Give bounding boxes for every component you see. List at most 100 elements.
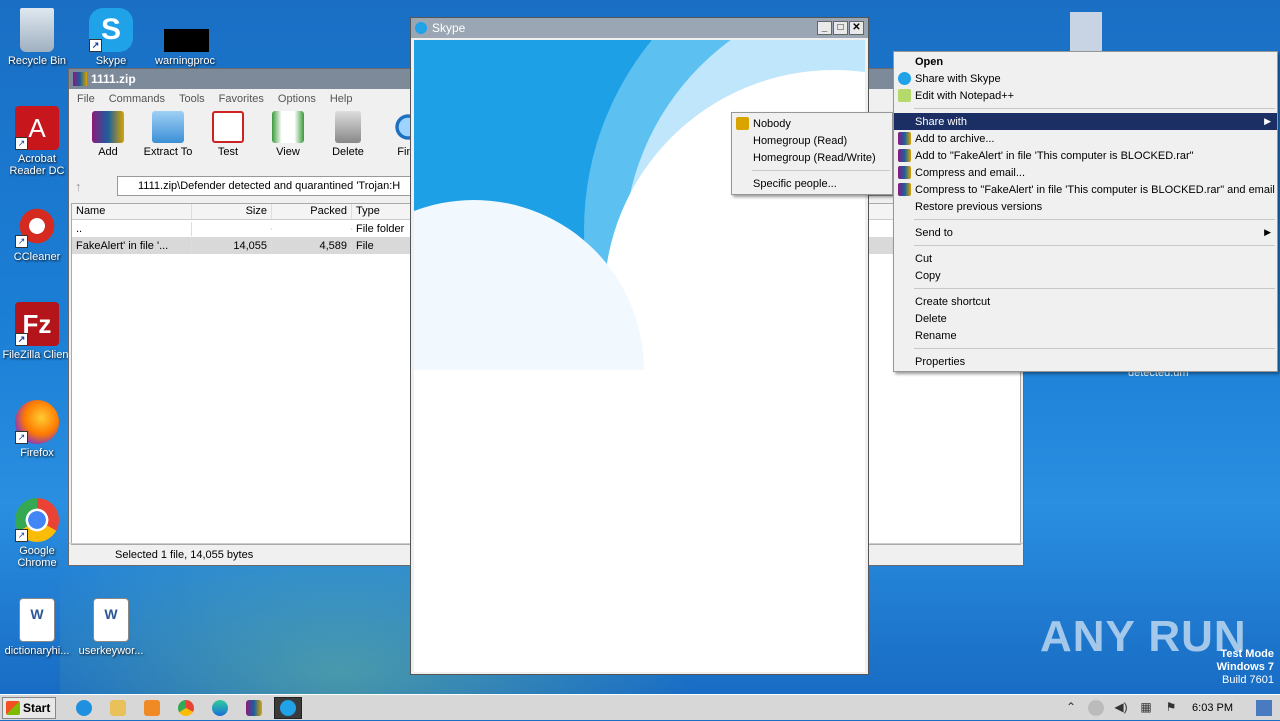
recycle-bin-icon — [20, 8, 54, 52]
windows-logo-icon — [6, 700, 20, 715]
up-arrow-icon[interactable]: ↑ — [75, 179, 107, 194]
action-center-icon[interactable]: ⚑ — [1163, 700, 1179, 716]
shortcut-arrow-icon: ↗ — [89, 39, 102, 52]
toolbar-add-button[interactable]: Add — [81, 109, 135, 158]
menu-item-create-shortcut[interactable]: Create shortcut — [894, 293, 1277, 310]
menu-options[interactable]: Options — [278, 93, 316, 105]
desktop-icon-userkeyword-doc[interactable]: W userkeywor... — [74, 598, 148, 657]
taskbar-pinned — [70, 696, 302, 719]
folder-extract-icon — [152, 111, 184, 143]
toolbar-delete-button[interactable]: Delete — [321, 109, 375, 158]
menu-item-delete[interactable]: Delete — [894, 310, 1277, 327]
winrar-app-icon — [73, 72, 87, 86]
toolbar-view-button[interactable]: View — [261, 109, 315, 158]
menu-item-add-archive[interactable]: Add to archive... — [894, 130, 1277, 147]
desktop-icon-dictionary-doc[interactable]: W dictionaryhi... — [0, 598, 74, 657]
toolbar-extract-button[interactable]: Extract To — [141, 109, 195, 158]
menu-item-copy[interactable]: Copy — [894, 267, 1277, 284]
desktop-icon-chrome[interactable]: ↗ Google Chrome — [0, 498, 74, 569]
menu-item-restore-versions[interactable]: Restore previous versions — [894, 198, 1277, 215]
menu-item-nobody[interactable]: Nobody — [732, 115, 892, 132]
toolbar-test-button[interactable]: Test — [201, 109, 255, 158]
submenu-arrow-icon: ▶ — [1264, 227, 1271, 237]
taskbar-skype[interactable] — [274, 696, 302, 719]
menu-item-specific-people[interactable]: Specific people... — [732, 175, 892, 192]
ccleaner-icon: ↗ — [15, 204, 59, 248]
desktop-icon-label: Google Chrome — [17, 545, 57, 569]
test-mode-notice: Test Mode Windows 7 Build 7601 — [1216, 648, 1274, 686]
trash-icon — [335, 111, 361, 143]
network-icon[interactable]: ▦ — [1138, 700, 1154, 716]
share-with-submenu: Nobody Homegroup (Read) Homegroup (Read/… — [731, 112, 893, 195]
chrome-icon: ↗ — [15, 498, 59, 542]
desktop-icon-label: Skype — [95, 55, 127, 67]
desktop-icon-label: Acrobat Reader DC — [9, 153, 65, 177]
winrar-icon — [898, 149, 911, 162]
book-view-icon — [272, 111, 304, 143]
taskbar-ie[interactable] — [70, 697, 98, 719]
volume-icon[interactable]: ◀) — [1113, 700, 1129, 716]
menu-item-compress-email[interactable]: Compress and email... — [894, 164, 1277, 181]
menu-commands[interactable]: Commands — [109, 93, 165, 105]
internet-explorer-icon — [76, 699, 92, 716]
minimize-button[interactable]: _ — [817, 21, 832, 35]
shortcut-arrow-icon: ↗ — [15, 333, 28, 346]
menu-item-properties[interactable]: Properties — [894, 353, 1277, 370]
menu-item-homegroup-readwrite[interactable]: Homegroup (Read/Write) — [732, 149, 892, 166]
desktop-icon-label: Firefox — [20, 447, 54, 459]
desktop-file-icon[interactable] — [1070, 12, 1102, 52]
desktop-icon-warningproc[interactable]: warningproc — [148, 8, 222, 67]
taskbar-explorer[interactable] — [104, 697, 132, 719]
menu-separator — [914, 245, 1275, 246]
menu-favorites[interactable]: Favorites — [219, 93, 264, 105]
menu-item-send-to[interactable]: Send to ▶ — [894, 224, 1277, 241]
desktop-icon-ccleaner[interactable]: ↗ CCleaner — [0, 204, 74, 263]
clock[interactable]: 6:03 PM — [1192, 702, 1233, 714]
menu-item-compress-to-rar-email[interactable]: Compress to "FakeAlert' in file 'This co… — [894, 181, 1277, 198]
start-button[interactable]: Start — [2, 696, 56, 719]
menu-item-rename[interactable]: Rename — [894, 327, 1277, 344]
menu-help[interactable]: Help — [330, 93, 353, 105]
system-tray: ⌃ ◀) ▦ ⚑ 6:03 PM — [1063, 695, 1280, 721]
taskbar-winrar[interactable] — [240, 697, 268, 719]
menu-separator — [914, 288, 1275, 289]
archive-add-icon — [92, 111, 124, 143]
show-hidden-icons[interactable]: ⌃ — [1063, 700, 1079, 716]
desktop-icon-acrobat[interactable]: A ↗ Acrobat Reader DC — [0, 106, 74, 177]
menu-item-add-to-rar[interactable]: Add to "FakeAlert' in file 'This compute… — [894, 147, 1277, 164]
column-packed[interactable]: Packed — [272, 204, 352, 219]
skype-icon — [898, 72, 911, 85]
file-context-menu: Open Share with Skype Edit with Notepad+… — [893, 51, 1278, 372]
desktop-icon-filezilla[interactable]: Fz ↗ FileZilla Client — [0, 302, 74, 361]
word-document-icon: W — [19, 598, 55, 642]
menu-file[interactable]: File — [77, 93, 95, 105]
taskbar-media-player[interactable] — [138, 697, 166, 719]
taskbar-edge[interactable] — [206, 697, 234, 719]
taskbar-chrome[interactable] — [172, 697, 200, 719]
desktop-icon-recycle-bin[interactable]: Recycle Bin — [0, 8, 74, 67]
skype-icon — [280, 699, 296, 716]
winrar-icon — [898, 183, 911, 196]
menu-item-open[interactable]: Open — [894, 53, 1277, 70]
menu-item-cut[interactable]: Cut — [894, 250, 1277, 267]
close-button[interactable]: ✕ — [849, 21, 864, 35]
show-desktop-icon[interactable] — [1256, 700, 1272, 716]
skype-tray-icon[interactable] — [1088, 700, 1105, 716]
menu-item-edit-notepadpp[interactable]: Edit with Notepad++ — [894, 87, 1277, 104]
skype-titlebar[interactable]: Skype — [411, 18, 868, 38]
column-name[interactable]: Name — [72, 204, 192, 219]
desktop-icon-skype[interactable]: S ↗ Skype — [74, 8, 148, 67]
column-type[interactable]: Type — [352, 204, 412, 219]
maximize-button[interactable]: □ — [833, 21, 848, 35]
menu-item-share-skype[interactable]: Share with Skype — [894, 70, 1277, 87]
taskbar: Start ⌃ ◀) ▦ ⚑ 6:03 PM — [0, 694, 1280, 720]
skype-title-icon — [415, 22, 427, 34]
window-controls: _ □ ✕ — [817, 21, 864, 35]
desktop-icon-label: CCleaner — [13, 251, 61, 263]
desktop-icon-label: Recycle Bin — [7, 55, 67, 67]
column-size[interactable]: Size — [192, 204, 272, 219]
menu-item-homegroup-read[interactable]: Homegroup (Read) — [732, 132, 892, 149]
menu-item-share-with[interactable]: Share with ▶ — [894, 113, 1277, 130]
menu-tools[interactable]: Tools — [179, 93, 205, 105]
desktop-icon-firefox[interactable]: ↗ Firefox — [0, 400, 74, 459]
